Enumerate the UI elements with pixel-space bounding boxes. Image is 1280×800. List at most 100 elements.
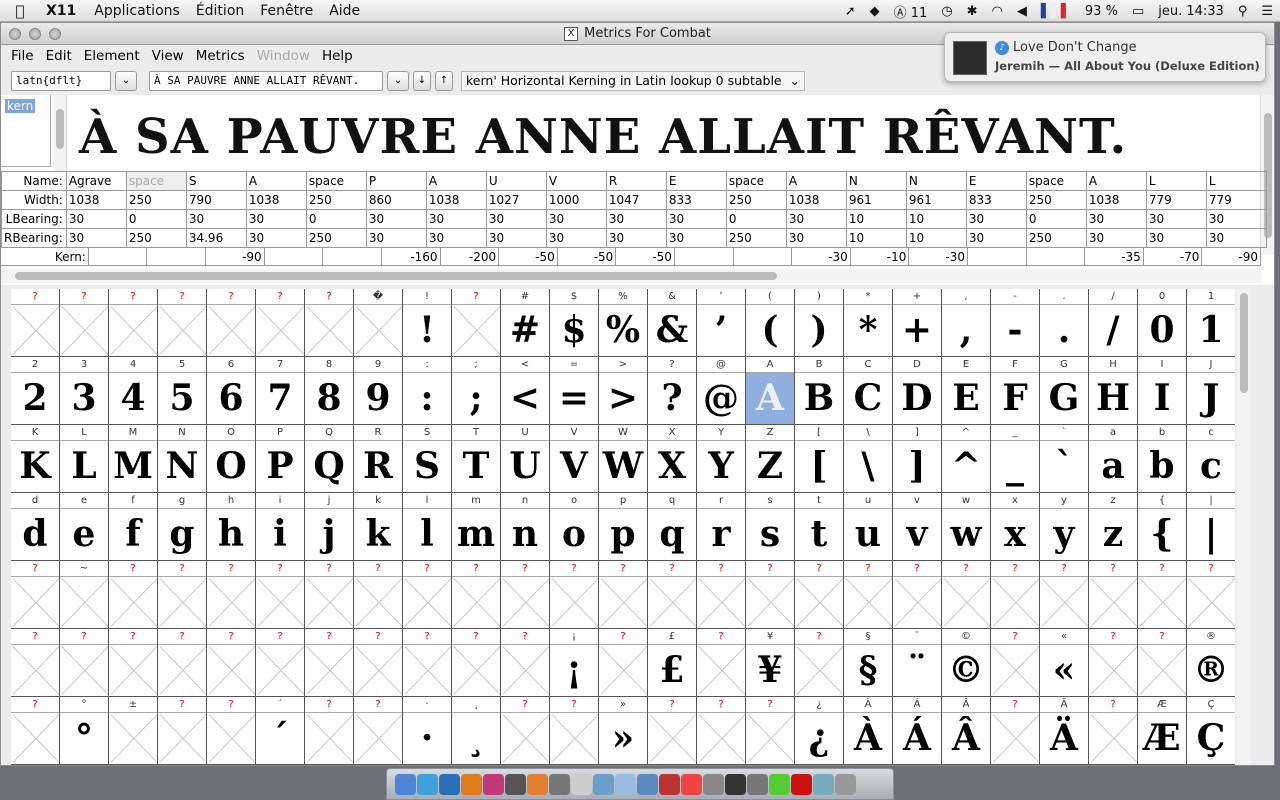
glyph-cell[interactable]: ? bbox=[991, 629, 1040, 697]
glyph-cell[interactable]: 99 bbox=[354, 357, 403, 425]
calendar-icon[interactable] bbox=[681, 773, 702, 795]
lbearing-cell[interactable]: 30 bbox=[785, 209, 847, 229]
glyph-cell[interactable]: § § bbox=[844, 629, 893, 697]
glyph-cell[interactable]: ? bbox=[158, 561, 207, 629]
illustrator-icon[interactable] bbox=[461, 773, 482, 795]
glyph-cell[interactable]: »» bbox=[599, 697, 648, 765]
width-cell[interactable]: 1047 bbox=[605, 190, 667, 210]
glyph-cell[interactable]: XX bbox=[648, 425, 697, 493]
glyph-cell[interactable]: jj bbox=[305, 493, 354, 561]
lbearing-cell[interactable]: 10 bbox=[845, 209, 907, 229]
glyph-cell[interactable]: ? bbox=[550, 697, 599, 765]
glyph-cell[interactable]: ? bbox=[207, 629, 256, 697]
rbearing-cell[interactable]: 30 bbox=[365, 228, 427, 248]
rbearing-cell[interactable]: 30 bbox=[1205, 228, 1267, 248]
safari-icon[interactable] bbox=[417, 773, 438, 795]
battery-status[interactable]: 93 % bbox=[1078, 4, 1125, 19]
rbearing-cell[interactable]: 30 bbox=[1145, 228, 1207, 248]
kern-cell[interactable]: -200 bbox=[441, 248, 500, 266]
glyph-cell[interactable]: MM bbox=[109, 425, 158, 493]
glyph-cell[interactable]: ¨ ¨ bbox=[893, 629, 942, 697]
rbearing-cell[interactable]: 10 bbox=[845, 228, 907, 248]
script-field[interactable]: latn{dflt} bbox=[11, 71, 111, 91]
glyph-cell[interactable]: ?? bbox=[648, 357, 697, 425]
dropbox-icon[interactable]: ◆ bbox=[863, 4, 887, 19]
glyph-cell[interactable]: NN bbox=[158, 425, 207, 493]
glyph-cell[interactable]: 33 bbox=[60, 357, 109, 425]
text-field[interactable]: À SA PAUVRE ANNE ALLAIT RÊVANT. bbox=[149, 71, 383, 91]
menu-aide[interactable]: Aide bbox=[321, 3, 368, 19]
kern-cell[interactable]: -30 bbox=[792, 248, 851, 266]
menu-metrics[interactable]: Metrics bbox=[190, 48, 251, 64]
kern-cell[interactable] bbox=[968, 248, 1027, 266]
glyph-cell[interactable]: ? bbox=[452, 561, 501, 629]
kern-cell[interactable]: -90 bbox=[1202, 248, 1262, 266]
glyph-cell[interactable]: CC bbox=[844, 357, 893, 425]
glyph-cell[interactable]: II bbox=[1138, 357, 1187, 425]
glyph-cell[interactable]: _ _ bbox=[991, 425, 1040, 493]
rbearing-cell[interactable]: 30 bbox=[245, 228, 307, 248]
rbearing-cell[interactable]: 250 bbox=[125, 228, 187, 248]
glyph-cell[interactable]: dd bbox=[11, 493, 60, 561]
glyph-cell[interactable]: PP bbox=[256, 425, 305, 493]
lbearing-cell[interactable]: 30 bbox=[545, 209, 607, 229]
glyph-cell[interactable]: gg bbox=[158, 493, 207, 561]
glyph-cell[interactable]: ii bbox=[256, 493, 305, 561]
lbearing-cell[interactable]: 30 bbox=[185, 209, 247, 229]
glyph-cell[interactable]: ? bbox=[256, 289, 305, 357]
glyph-cell[interactable]: / / bbox=[1089, 289, 1138, 357]
acrobat-icon[interactable] bbox=[791, 773, 812, 795]
lbearing-cell[interactable]: 30 bbox=[365, 209, 427, 229]
rbearing-cell[interactable]: 250 bbox=[725, 228, 787, 248]
rbearing-cell[interactable]: 30 bbox=[665, 228, 727, 248]
glyph-cell[interactable]: -- bbox=[991, 289, 1040, 357]
glyph-cell[interactable]: @ @ bbox=[697, 357, 746, 425]
glyph-cell[interactable]: ? bbox=[11, 697, 60, 765]
glyph-cell[interactable]: 22 bbox=[11, 357, 60, 425]
font-icon[interactable] bbox=[505, 773, 526, 795]
glyph-cell[interactable]: «« bbox=[1040, 629, 1089, 697]
glyph-cell[interactable]: £ £ bbox=[648, 629, 697, 697]
lbearing-cell[interactable]: 0 bbox=[125, 209, 187, 229]
preview-text[interactable]: À SA PAUVRE ANNE ALLAIT RÊVANT. bbox=[79, 109, 1127, 165]
kern-cell[interactable] bbox=[265, 248, 324, 266]
glyph-cell[interactable]: uu bbox=[844, 493, 893, 561]
glyph-cell[interactable]: ? bbox=[158, 697, 207, 765]
kern-cell[interactable]: -160 bbox=[382, 248, 441, 266]
lbearing-cell[interactable]: 30 bbox=[1205, 209, 1267, 229]
width-cell[interactable]: 1038 bbox=[65, 190, 127, 210]
glyph-cell[interactable]: ® ® bbox=[1187, 629, 1235, 697]
glyph-cell[interactable]: ´ ´ bbox=[256, 697, 305, 765]
tools-icon[interactable] bbox=[549, 773, 570, 795]
kern-cell[interactable] bbox=[89, 248, 148, 266]
width-cell[interactable]: 1038 bbox=[245, 190, 307, 210]
glyph-cell[interactable]: ¸ ¸ bbox=[452, 697, 501, 765]
width-cell[interactable]: 1038 bbox=[785, 190, 847, 210]
glyph-cell[interactable]: VV bbox=[550, 425, 599, 493]
lbearing-cell[interactable]: 30 bbox=[65, 209, 127, 229]
glyph-cell[interactable]: 88 bbox=[305, 357, 354, 425]
menu-applications[interactable]: Applications bbox=[86, 3, 188, 19]
glyph-cell[interactable]: ? bbox=[207, 697, 256, 765]
preview-icon[interactable] bbox=[593, 773, 614, 795]
flag-fr-icon[interactable]: ▌▌▌ bbox=[1034, 4, 1078, 19]
close-button[interactable] bbox=[9, 28, 21, 40]
font-view-scrollbar[interactable] bbox=[1237, 289, 1251, 765]
time-machine-icon[interactable]: ◷ bbox=[934, 4, 959, 19]
lbearing-cell[interactable]: 30 bbox=[665, 209, 727, 229]
glyph-cell[interactable]: ? bbox=[354, 629, 403, 697]
glyph-cell[interactable]: WW bbox=[599, 425, 648, 493]
glyph-cell[interactable]: ? bbox=[354, 697, 403, 765]
glyph-cell[interactable]: ZZ bbox=[746, 425, 795, 493]
textedit-icon[interactable] bbox=[571, 773, 592, 795]
feature-list[interactable]: kern bbox=[1, 95, 51, 167]
kern-cell[interactable] bbox=[675, 248, 734, 266]
glyph-cell[interactable]: ? bbox=[942, 561, 991, 629]
glyph-cell[interactable]: ¥ ¥ bbox=[746, 629, 795, 697]
scroll-thumb[interactable] bbox=[56, 109, 64, 149]
glyph-cell[interactable]: ? bbox=[207, 561, 256, 629]
rbearing-cell[interactable]: 250 bbox=[1025, 228, 1087, 248]
kern-cell[interactable]: -70 bbox=[1144, 248, 1203, 266]
glyph-cell[interactable]: ? bbox=[403, 561, 452, 629]
itunes-icon[interactable] bbox=[615, 773, 636, 795]
